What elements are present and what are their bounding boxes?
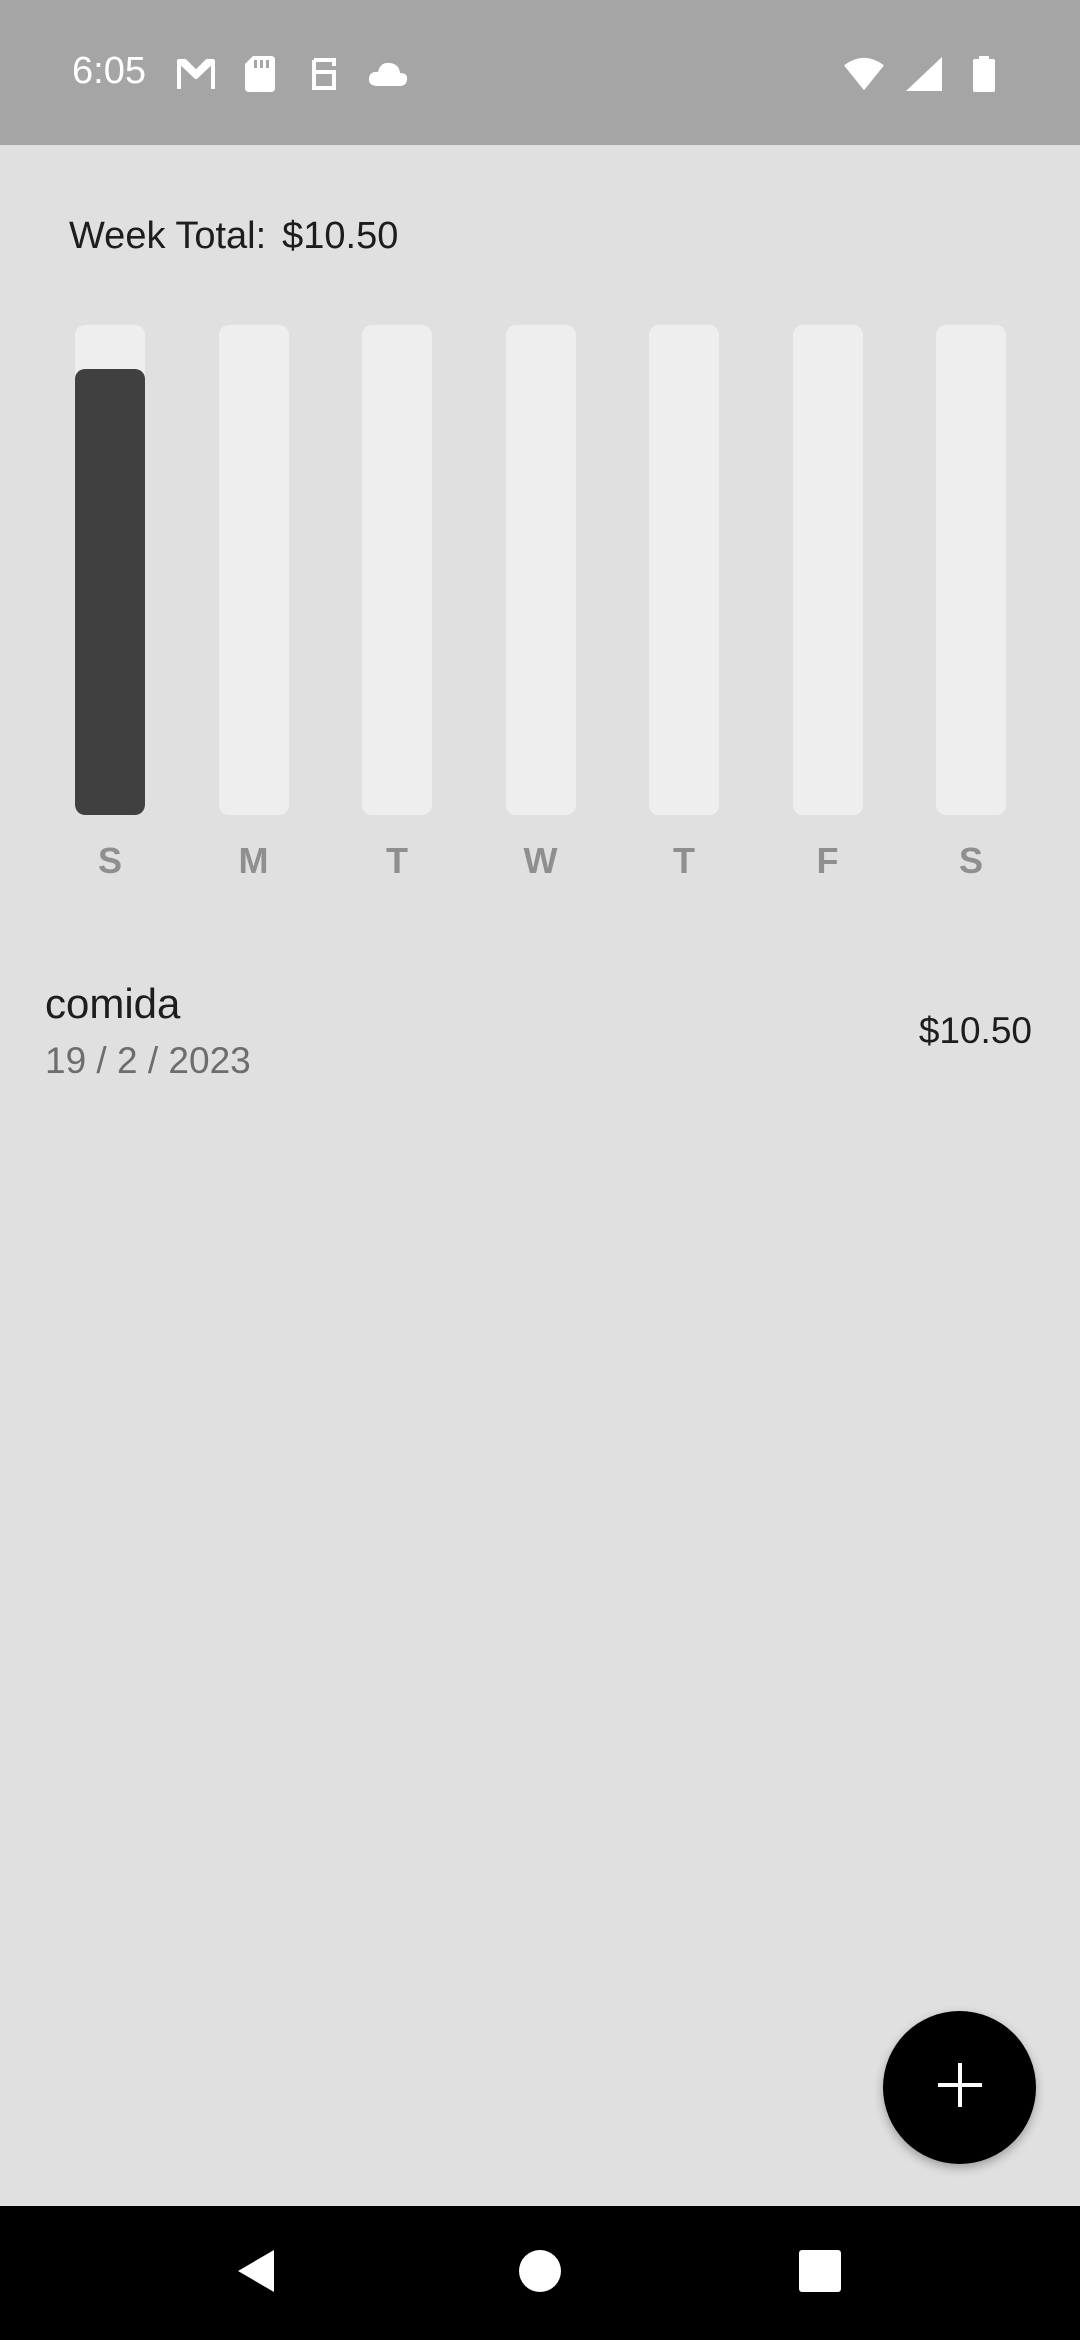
bar-track xyxy=(649,325,719,815)
status-system-icons xyxy=(844,54,1004,94)
status-notification-icons xyxy=(176,54,408,94)
weekly-spending-chart: SMTWTFS xyxy=(0,325,1080,885)
bar-track xyxy=(75,325,145,815)
transaction-item[interactable]: comida 19 / 2 / 2023 $10.50 xyxy=(0,960,1080,1100)
recents-button[interactable] xyxy=(760,2206,880,2340)
bar-track xyxy=(505,325,576,815)
gmail-icon xyxy=(176,54,216,94)
home-button[interactable] xyxy=(480,2206,600,2340)
status-time: 6:05 xyxy=(72,50,146,92)
bar-day-label: T xyxy=(673,840,695,881)
cloud-icon xyxy=(368,54,408,94)
app-screen: 6:05 Week Total: $10.50 S M T W T F S co… xyxy=(0,0,1080,2340)
bar-track xyxy=(362,325,432,815)
bar-day-label: M xyxy=(238,840,269,881)
sd-card-icon xyxy=(240,54,280,94)
recents-icon xyxy=(799,2249,841,2297)
bar-fill xyxy=(75,369,145,815)
transaction-date: 19 / 2 / 2023 xyxy=(45,1040,251,1081)
transaction-title: comida xyxy=(45,980,181,1027)
bar-track xyxy=(936,325,1006,815)
week-total-label: Week Total: xyxy=(69,215,267,257)
back-icon xyxy=(236,2248,276,2299)
signal-icon xyxy=(904,54,944,94)
bar-track xyxy=(218,325,289,815)
back-button[interactable] xyxy=(196,2206,316,2340)
add-transaction-button[interactable] xyxy=(883,2011,1036,2164)
bar-day-label: W xyxy=(523,840,558,881)
home-icon xyxy=(518,2249,562,2298)
navigation-bar xyxy=(0,2206,1080,2340)
bar-day-label: F xyxy=(816,840,839,881)
status-bar: 6:05 xyxy=(0,0,1080,145)
bar-track xyxy=(792,325,863,815)
wifi-icon xyxy=(844,54,884,94)
week-total: Week Total: $10.50 xyxy=(69,215,398,258)
week-total-amount: $10.50 xyxy=(282,215,399,257)
battery-icon xyxy=(964,54,1004,94)
bar-day-label: T xyxy=(386,840,408,881)
app-icon xyxy=(304,54,344,94)
transaction-amount: $10.50 xyxy=(918,1010,1032,1051)
bar-day-label: S xyxy=(97,840,122,881)
bar-day-label: S xyxy=(958,840,983,881)
plus-icon xyxy=(937,2063,982,2112)
